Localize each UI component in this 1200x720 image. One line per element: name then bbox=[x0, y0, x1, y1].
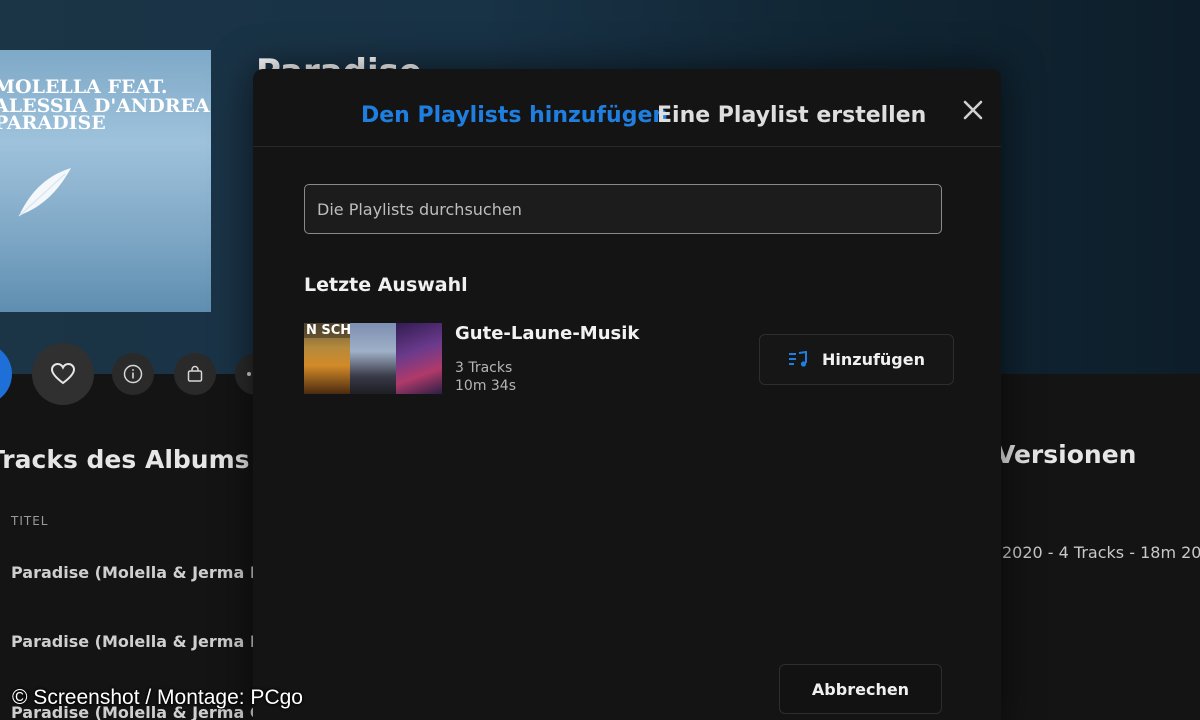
add-to-playlist-dialog: Den Playlists hinzufügen Eine Playlist e… bbox=[253, 69, 1001, 720]
dialog-tabs: Den Playlists hinzufügen Eine Playlist e… bbox=[253, 69, 1001, 147]
add-to-playlist-button[interactable]: Hinzufügen bbox=[759, 334, 954, 385]
cover-thumbnail bbox=[396, 323, 442, 394]
favorite-button[interactable] bbox=[32, 343, 94, 405]
add-button-label: Hinzufügen bbox=[821, 350, 925, 369]
shopping-bag-icon bbox=[187, 365, 203, 382]
playlist-duration: 10m 34s bbox=[455, 378, 517, 394]
playlist-cover-collage: N SCHULZ bbox=[304, 323, 442, 394]
track-row[interactable]: Paradise (Molella & Jerma Edit) bbox=[11, 563, 293, 582]
column-header-title: TITEL bbox=[11, 514, 49, 528]
info-button[interactable] bbox=[112, 353, 154, 395]
versions-heading: Versionen bbox=[996, 440, 1137, 469]
cover-thumbnail bbox=[350, 323, 396, 394]
thumbnail-text: N SCHULZ bbox=[304, 323, 350, 338]
cover-title: PARADISE bbox=[0, 112, 106, 134]
close-button[interactable] bbox=[958, 95, 988, 125]
feather-icon bbox=[18, 168, 71, 217]
cancel-button[interactable]: Abbrechen bbox=[779, 664, 942, 714]
heart-icon bbox=[51, 363, 75, 385]
tracks-heading: Tracks des Albums bbox=[0, 445, 250, 474]
copyright-watermark: © Screenshot / Montage: PCgo bbox=[12, 686, 303, 709]
tab-create-playlist[interactable]: Eine Playlist erstellen bbox=[657, 103, 926, 128]
playlist-search-input[interactable] bbox=[304, 184, 942, 234]
tab-add-to-playlists[interactable]: Den Playlists hinzufügen bbox=[361, 103, 668, 128]
album-cover: MOLELLA FEAT. ALESSIA D'ANDREA PARADISE bbox=[0, 50, 211, 312]
buy-button[interactable] bbox=[174, 353, 216, 395]
version-meta: 2020 - 4 Tracks - 18m 20s bbox=[1002, 543, 1200, 562]
playlist-add-icon bbox=[788, 350, 807, 367]
info-icon bbox=[123, 364, 143, 384]
playlist-track-count: 3 Tracks bbox=[455, 360, 513, 376]
cover-thumbnail: N SCHULZ bbox=[304, 323, 350, 394]
close-icon bbox=[963, 100, 983, 120]
recent-selection-heading: Letzte Auswahl bbox=[304, 274, 468, 296]
playlist-name: Gute-Laune-Musik bbox=[455, 323, 640, 344]
